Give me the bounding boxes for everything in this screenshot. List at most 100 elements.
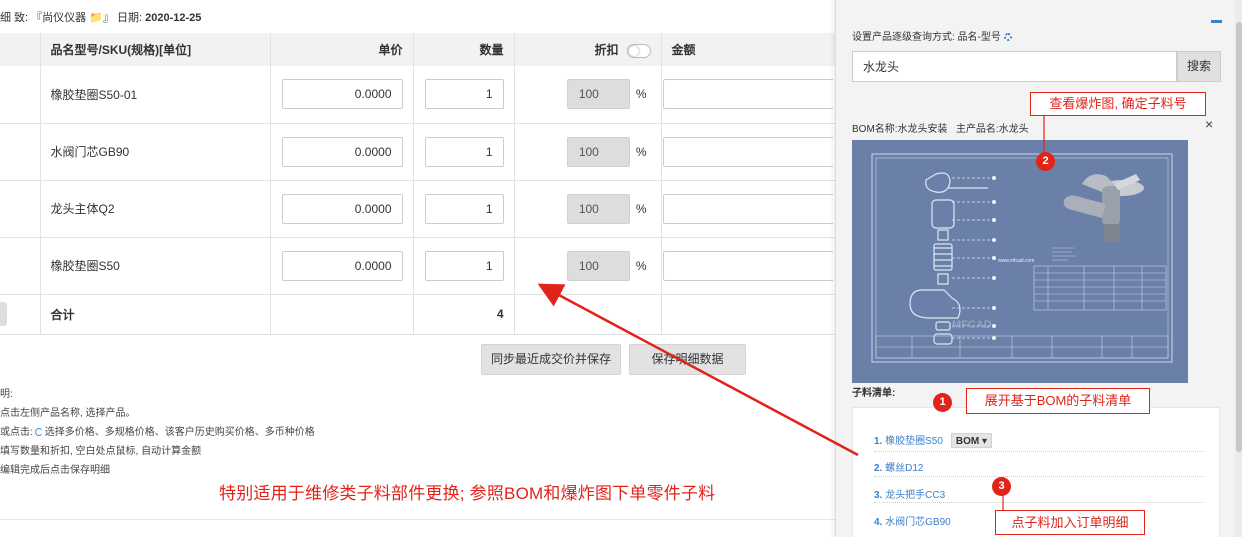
drawing-brand: MFCAD <box>952 319 992 331</box>
product-name[interactable]: 橡胶垫圈S50-01 <box>40 66 271 124</box>
sub-item-name[interactable]: 螺丝D12 <box>885 463 923 474</box>
row-index-cell <box>0 237 41 295</box>
table-row: 橡胶垫圈S50 % <box>0 237 836 295</box>
save-detail-button[interactable]: 保存明细数据 <box>629 344 746 375</box>
discount-input[interactable] <box>566 193 630 224</box>
qty-cell <box>413 180 515 238</box>
amount-cell <box>661 180 836 238</box>
total-qty: 4 <box>413 294 515 335</box>
callout-add-to-order: 点子料加入订单明细 <box>995 510 1145 535</box>
product-name[interactable]: 橡胶垫圈S50 <box>40 237 271 295</box>
instructions-line1: 点击左侧产品名称, 选择产品。 <box>0 408 136 419</box>
total-price-cell <box>270 294 414 335</box>
table-header-row: 品名型号/SKU(规格)[单位] 单价 数量 折扣 金额 <box>0 33 836 66</box>
product-search-panel: 设置产品逐级查询方式: 品名-型号 搜索 BOM名称:水龙头安装 主产品名:水龙… <box>835 0 1242 537</box>
instructions-title: 明: <box>0 389 13 400</box>
sync-price-save-button[interactable]: 同步最近成交价并保存 <box>481 344 621 375</box>
sub-list-item[interactable]: 1. 橡胶垫圈S50 BOM ▾ <box>874 432 993 448</box>
amount-input[interactable] <box>662 136 833 167</box>
price-input[interactable] <box>281 136 403 167</box>
refresh-icon[interactable] <box>34 428 43 436</box>
amount-cell <box>661 237 836 295</box>
main-annotation: 特别适用于维修类子料部件更换; 参照BOM和爆炸图下单零件子料 <box>219 484 716 503</box>
discount-cell: % <box>514 237 662 295</box>
folder-icon: 📁 <box>89 12 103 24</box>
drawing-watermark: www.mfcad.com <box>998 258 1034 264</box>
badge-2: 2 <box>1036 152 1055 171</box>
sub-item-name[interactable]: 水阀门芯GB90 <box>885 517 951 528</box>
panel-scrollbar-thumb[interactable] <box>1236 22 1242 452</box>
info-prefix: 细 致: 『尚仪仪器 <box>0 12 90 24</box>
exploded-drawing-svg: www.mfcad.com MFCAD <box>871 153 1173 363</box>
sub-list-item[interactable]: 2. 螺丝D12 <box>874 459 923 474</box>
badge-1: 1 <box>933 393 952 412</box>
header-product: 品名型号/SKU(规格)[单位] <box>40 33 271 66</box>
gear-icon[interactable] <box>1003 33 1012 41</box>
header-discount-label: 折扣 <box>594 43 619 57</box>
qty-cell <box>413 123 515 181</box>
header-qty: 数量 <box>413 33 515 66</box>
percent-sign: % <box>635 87 647 102</box>
instructions-line2-suffix: 选择多价格、多规格价格、该客户历史购买价格、多币种价格 <box>44 427 315 438</box>
price-input[interactable] <box>281 79 403 110</box>
sub-item-name[interactable]: 龙头把手CC3 <box>885 490 945 501</box>
header-index <box>0 33 41 66</box>
amount-input[interactable] <box>662 250 833 281</box>
discount-input[interactable] <box>566 136 630 167</box>
product-search-input[interactable] <box>852 51 1177 82</box>
product-name[interactable]: 水阀门芯GB90 <box>40 123 271 181</box>
order-date: 2020-12-25 <box>145 12 202 24</box>
instructions-line2: 或点击: 选择多价格、多规格价格、该客户历史购买价格、多币种价格 <box>0 423 315 442</box>
bottom-divider <box>0 519 835 520</box>
price-cell <box>270 180 414 238</box>
collapse-icon[interactable] <box>1211 20 1222 23</box>
sub-list-item[interactable]: 3. 龙头把手CC3 <box>874 486 945 501</box>
order-detail-table: 品名型号/SKU(规格)[单位] 单价 数量 折扣 金额 橡胶垫圈S50-01 … <box>0 33 836 335</box>
qty-input[interactable] <box>424 79 504 110</box>
sub-item-name[interactable]: 橡胶垫圈S50 <box>885 436 943 447</box>
row-index-cell <box>0 180 41 238</box>
header-amount: 金额 <box>661 33 836 66</box>
bom-dropdown-button[interactable]: BOM ▾ <box>950 433 993 448</box>
instructions-line4: 编辑完成后点击保存明细 <box>0 465 110 476</box>
sub-list-item[interactable]: 4. 水阀门芯GB90 <box>874 513 951 528</box>
sub-item-divider <box>874 476 1204 477</box>
sub-item-num: 2. <box>874 463 883 474</box>
price-cell <box>270 123 414 181</box>
table-row: 橡胶垫圈S50-01 % <box>0 66 836 124</box>
sub-item-num: 4. <box>874 517 883 528</box>
product-name[interactable]: 龙头主体Q2 <box>40 180 271 238</box>
qty-input[interactable] <box>424 193 504 224</box>
qty-input[interactable] <box>424 250 504 281</box>
amount-input[interactable] <box>662 79 833 110</box>
row-index-cell <box>0 66 41 124</box>
amount-input[interactable] <box>662 193 833 224</box>
percent-sign: % <box>635 258 647 273</box>
discount-input[interactable] <box>566 250 630 281</box>
qty-cell <box>413 237 515 295</box>
total-amount-cell <box>661 294 836 335</box>
order-info-line: 细 致: 『尚仪仪器 📁』 日期: 2020-12-25 <box>0 9 201 25</box>
close-icon[interactable]: × <box>1205 116 1213 132</box>
row-handle[interactable] <box>0 302 7 326</box>
discount-input[interactable] <box>566 79 630 110</box>
table-row: 龙头主体Q2 % <box>0 180 836 238</box>
sub-list-title: 子料清单: <box>852 388 896 399</box>
bom-meta: BOM名称:水龙头安装 主产品名:水龙头 <box>852 120 1029 135</box>
instructions-line2-prefix: 或点击: <box>0 427 33 438</box>
search-button[interactable]: 搜索 <box>1177 51 1221 82</box>
total-index-cell <box>0 294 41 335</box>
qty-cell <box>413 66 515 124</box>
price-input[interactable] <box>281 250 403 281</box>
price-input[interactable] <box>281 193 403 224</box>
bom-name: BOM名称:水龙头安装 <box>852 124 948 135</box>
qty-input[interactable] <box>424 136 504 167</box>
discount-cell: % <box>514 123 662 181</box>
amount-cell <box>661 123 836 181</box>
percent-sign: % <box>635 144 647 159</box>
query-mode-setting: 设置产品逐级查询方式: 品名-型号 <box>852 28 1012 43</box>
instructions: 明: 点击左侧产品名称, 选择产品。 或点击: 选择多价格、多规格价格、该客户历史… <box>0 385 315 480</box>
exploded-drawing[interactable]: www.mfcad.com MFCAD <box>852 140 1188 383</box>
discount-cell: % <box>514 66 662 124</box>
discount-toggle[interactable] <box>626 43 651 58</box>
